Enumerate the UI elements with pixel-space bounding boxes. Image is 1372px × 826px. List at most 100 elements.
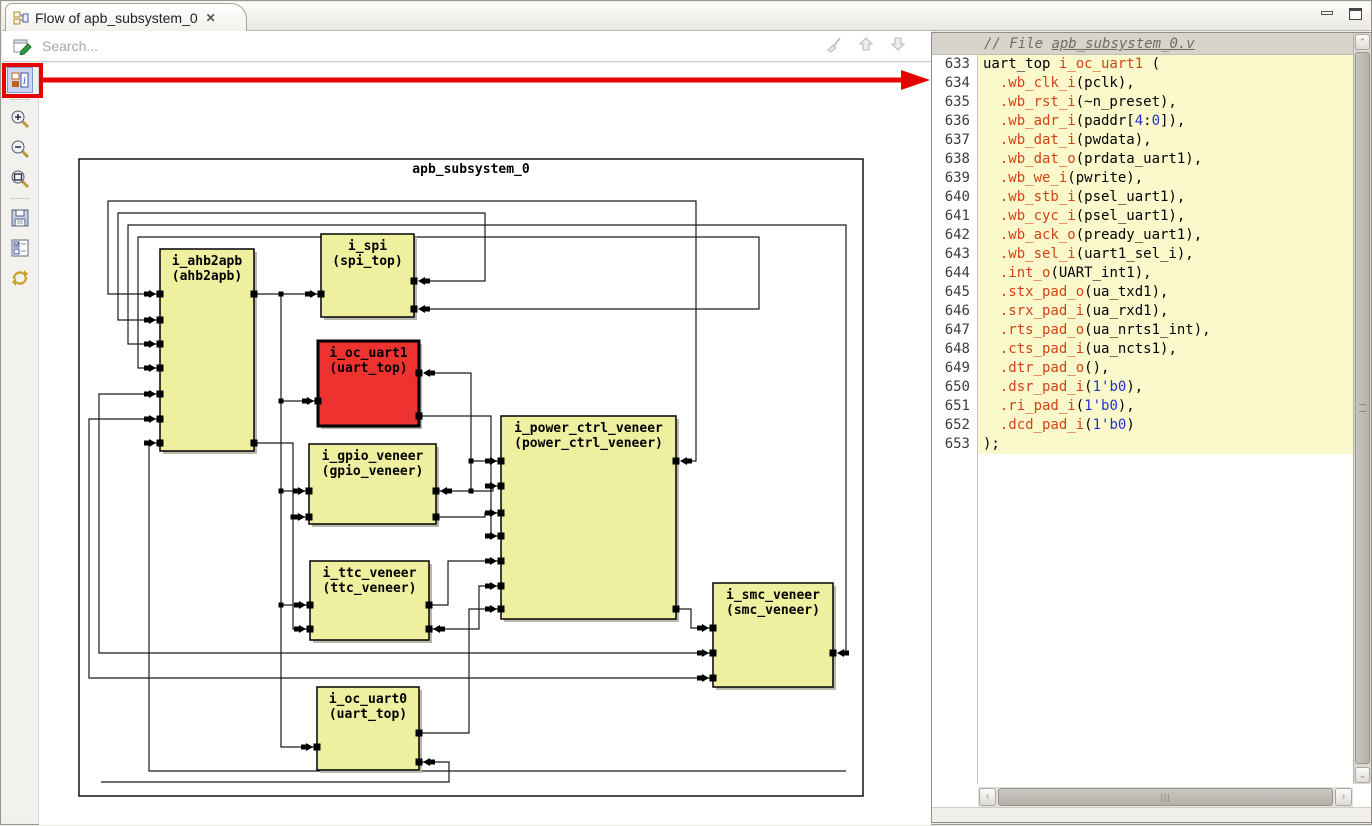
- block-instance-label: i_oc_uart0: [329, 692, 407, 707]
- save-button[interactable]: [7, 205, 33, 231]
- block-module-label: (ahb2apb): [172, 269, 242, 284]
- code-line: .ri_pad_i(1'b0),: [978, 397, 1353, 416]
- wire-junction: [469, 459, 474, 464]
- clear-search-icon[interactable]: [825, 35, 843, 53]
- port-stub: [144, 417, 149, 422]
- search-toolbar: Search...: [2, 31, 931, 62]
- code-token: .cts_pad_i: [1000, 341, 1084, 357]
- code-line: .wb_adr_i(paddr[4:0]),: [978, 112, 1353, 131]
- block-instance-label: i_gpio_veneer: [322, 449, 424, 464]
- port-pin: [433, 488, 440, 495]
- code-token: [983, 246, 1000, 262]
- tab-flow-view[interactable]: Flow of apb_subsystem_0 ✕: [5, 3, 247, 31]
- block-module-label: (ttc_veneer): [323, 581, 417, 596]
- block-module-label: (power_ctrl_veneer): [514, 436, 663, 451]
- tab-close-icon[interactable]: ✕: [206, 11, 216, 25]
- scroll-down-icon[interactable]: ⌄: [1355, 767, 1370, 783]
- port-arrow-in: [149, 316, 156, 324]
- block-i_oc_uart1[interactable]: i_oc_uart1(uart_top): [302, 341, 435, 429]
- schematic-svg: apb_subsystem_0i_ahb2apb(ahb2apb)i_spi(s…: [39, 63, 931, 825]
- block-i_ttc_veneer[interactable]: i_ttc_veneer(ttc_veneer): [294, 561, 445, 643]
- code-token: .wb_adr_i: [1000, 113, 1076, 129]
- new-search-icon[interactable]: [13, 37, 32, 55]
- code-token: [983, 303, 1000, 319]
- wire-junction: [279, 292, 284, 297]
- code-token: (pwdata),: [1076, 132, 1152, 148]
- port-stub: [301, 745, 306, 750]
- port-pin: [498, 533, 505, 540]
- code-token: .int_o: [1000, 265, 1051, 281]
- horizontal-scrollbar[interactable]: ‹ ||| ›: [978, 787, 1353, 807]
- port-arrow-in: [149, 340, 156, 348]
- next-arrow-icon[interactable]: [889, 35, 907, 53]
- file-link[interactable]: apb_subsystem_0.v: [1051, 36, 1194, 52]
- search-input[interactable]: Search...: [42, 38, 98, 54]
- block-i_gpio_veneer[interactable]: i_gpio_veneer(gpio_veneer): [293, 444, 452, 527]
- port-pin: [498, 483, 505, 490]
- port-stub: [697, 651, 702, 656]
- block-i_spi[interactable]: i_spi(spi_top): [305, 234, 430, 320]
- port-stub: [144, 292, 149, 297]
- scroll-right-icon[interactable]: ›: [1335, 788, 1352, 806]
- block-i_smc_veneer[interactable]: i_smc_veneer(smc_veneer): [697, 583, 849, 690]
- port-arrow-in: [702, 649, 709, 657]
- block-i_power_ctrl_veneer[interactable]: i_power_ctrl_veneer(power_ctrl_veneer): [485, 416, 692, 622]
- block-module-label: (spi_top): [332, 254, 402, 269]
- schematic-canvas[interactable]: apb_subsystem_0i_ahb2apb(ahb2apb)i_spi(s…: [39, 63, 931, 825]
- zoom-in-button[interactable]: [7, 106, 33, 132]
- line-number: 651: [932, 397, 970, 416]
- previous-arrow-icon[interactable]: [857, 35, 875, 53]
- port-arrow-in: [299, 601, 306, 609]
- port-arrow-in: [298, 487, 305, 495]
- vertical-scroll-thumb[interactable]: [1355, 52, 1370, 764]
- block-module-label: (uart_top): [329, 707, 407, 722]
- port-stub: [485, 459, 490, 464]
- line-number: 637: [932, 131, 970, 150]
- zoom-out-button[interactable]: [7, 136, 33, 162]
- port-arrow-in: [423, 369, 430, 377]
- toolbar-separator: [10, 198, 30, 199]
- block-i_ahb2apb[interactable]: i_ahb2apb(ahb2apb): [144, 249, 258, 454]
- code-token: .dtr_pad_o: [1000, 360, 1084, 376]
- port-arrow-in: [310, 290, 317, 298]
- code-line: .wb_ack_o(pready_uart1),: [978, 226, 1353, 245]
- port-pin: [411, 278, 418, 285]
- show-source-button[interactable]: i: [7, 67, 33, 93]
- code-line: .wb_stb_i(psel_uart1),: [978, 188, 1353, 207]
- port-stub: [697, 676, 702, 681]
- scroll-up-icon[interactable]: ⌃: [1355, 34, 1370, 50]
- tab-bar: Flow of apb_subsystem_0 ✕: [2, 2, 1370, 31]
- options-button[interactable]: [7, 235, 33, 261]
- code-line: .stx_pad_o(ua_txd1),: [978, 283, 1353, 302]
- code-line: .wb_clk_i(pclk),: [978, 74, 1353, 93]
- horizontal-scroll-thumb[interactable]: |||: [998, 788, 1333, 806]
- port-arrow-in: [490, 509, 497, 517]
- port-arrow-in: [837, 649, 844, 657]
- port-arrow-in: [418, 277, 425, 285]
- scroll-left-icon[interactable]: ‹: [979, 788, 996, 806]
- vertical-scrollbar[interactable]: ⌃ ⌄: [1353, 33, 1371, 784]
- port-pin: [416, 730, 423, 737]
- code-body: 6336346356366376386396406416426436446456…: [932, 55, 1353, 784]
- block-instance-label: i_smc_veneer: [726, 588, 820, 603]
- code-line: .dtr_pad_o(),: [978, 359, 1353, 378]
- code-token: [983, 75, 1000, 91]
- code-token: (: [1143, 56, 1160, 72]
- wire-junction: [279, 399, 284, 404]
- code-token: (ua_rxd1),: [1084, 303, 1168, 319]
- port-stub: [305, 292, 310, 297]
- options-form-icon: [11, 239, 29, 257]
- code-line: .dsr_pad_i(1'b0),: [978, 378, 1353, 397]
- port-pin: [411, 306, 418, 313]
- wire-junction: [469, 489, 474, 494]
- line-number: 653: [932, 435, 970, 454]
- code-token: ]),: [1160, 113, 1185, 129]
- port-stub: [293, 515, 298, 520]
- block-i_oc_uart0[interactable]: i_oc_uart0(uart_top): [301, 687, 435, 773]
- maximize-icon[interactable]: [1349, 8, 1362, 20]
- zoom-fit-button[interactable]: [7, 166, 33, 192]
- code-line: .wb_cyc_i(psel_uart1),: [978, 207, 1353, 226]
- code-token: .rts_pad_o: [1000, 322, 1084, 338]
- minimize-icon[interactable]: [1321, 11, 1333, 15]
- refresh-button[interactable]: [7, 265, 33, 291]
